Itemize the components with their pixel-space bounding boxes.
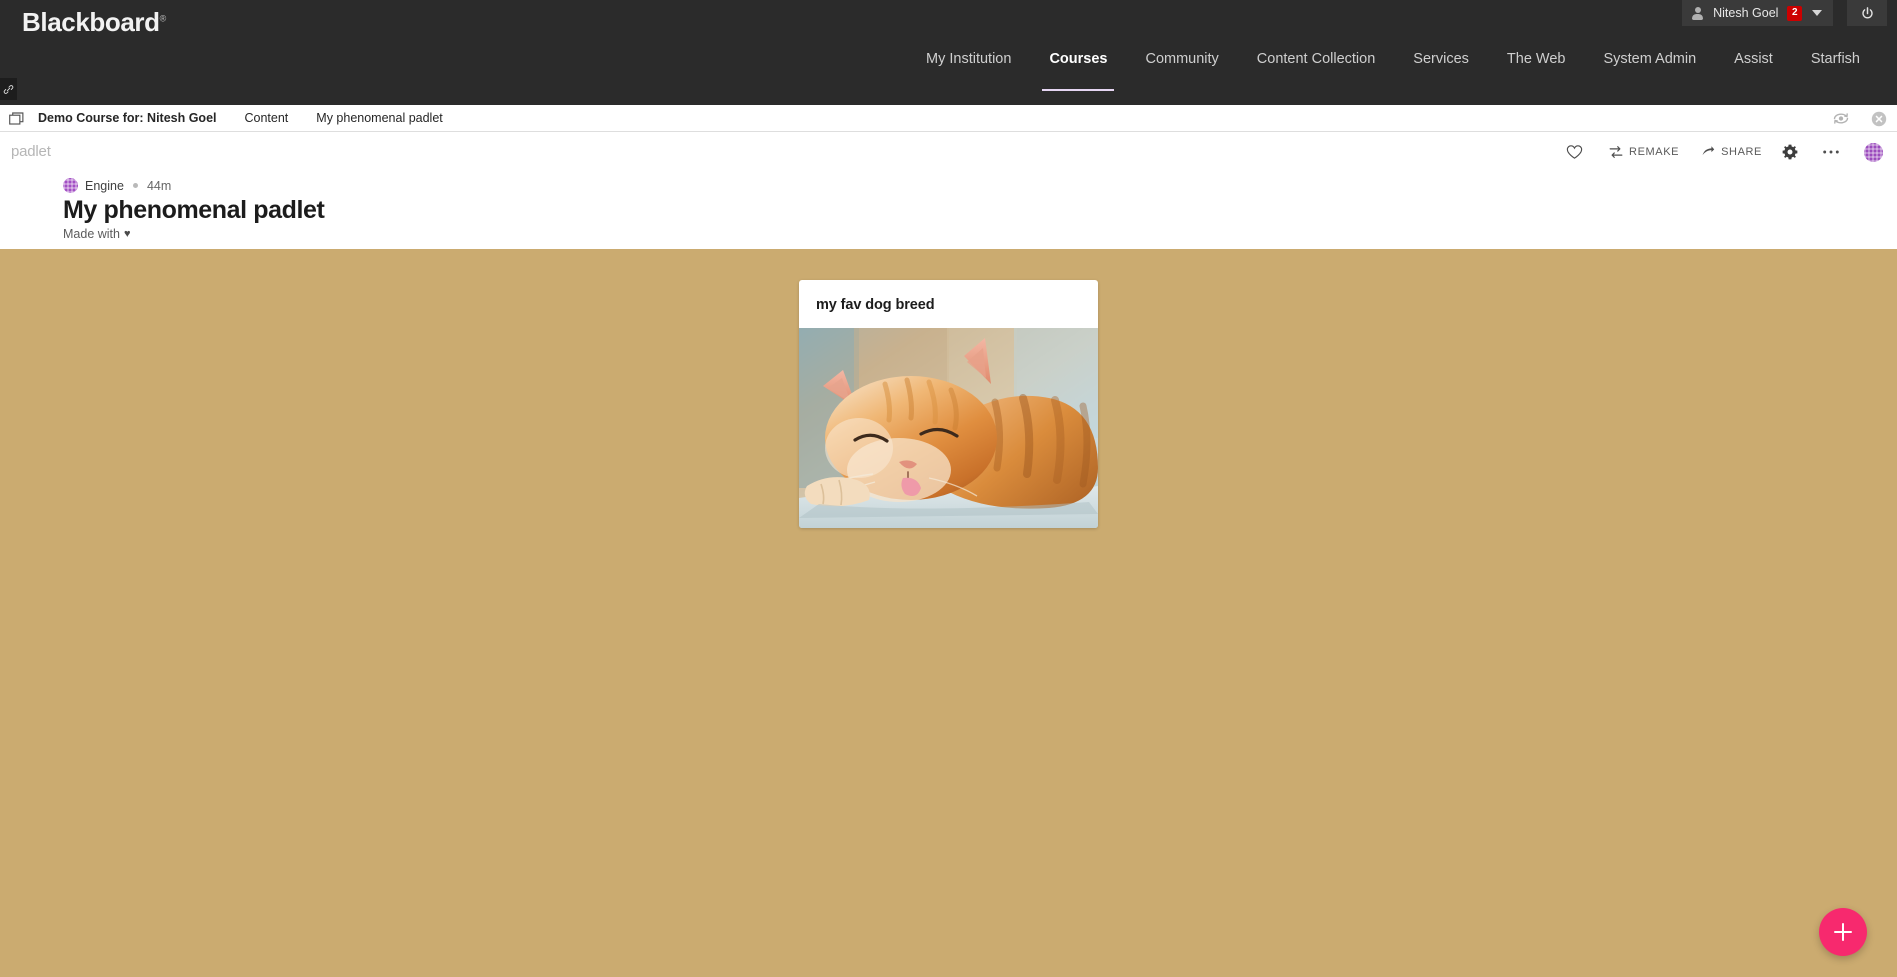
breadcrumb-item-content[interactable]: Content bbox=[245, 111, 289, 125]
padlet-subtitle: Made with ♥ bbox=[63, 227, 1897, 241]
post-image bbox=[799, 328, 1098, 528]
ellipsis-icon bbox=[1823, 150, 1839, 154]
nav-item-community[interactable]: Community bbox=[1126, 52, 1237, 91]
refresh-preview-icon[interactable] bbox=[1831, 111, 1851, 126]
blackboard-logo-text: Blackboard bbox=[22, 7, 160, 37]
share-label: SHARE bbox=[1721, 146, 1762, 158]
post-title: my fav dog breed bbox=[816, 297, 935, 313]
remake-icon bbox=[1609, 146, 1623, 158]
author-avatar bbox=[63, 178, 78, 193]
power-icon bbox=[1861, 6, 1873, 18]
padlet-logo[interactable]: padlet bbox=[11, 143, 51, 160]
user-menu[interactable]: Nitesh Goel 2 bbox=[1682, 0, 1833, 26]
nav-item-courses[interactable]: Courses bbox=[1030, 52, 1126, 91]
breadcrumb-item-padlet[interactable]: My phenomenal padlet bbox=[316, 111, 442, 125]
nav-item-services[interactable]: Services bbox=[1394, 52, 1488, 91]
post-card[interactable]: my fav dog breed bbox=[799, 280, 1098, 528]
link-icon[interactable] bbox=[0, 78, 17, 100]
blackboard-logo[interactable]: Blackboard® bbox=[22, 7, 166, 38]
plus-icon bbox=[1834, 923, 1852, 941]
add-post-button[interactable] bbox=[1819, 908, 1867, 956]
nav-item-system-admin[interactable]: System Admin bbox=[1584, 52, 1715, 91]
breadcrumb-item-course[interactable]: Demo Course for: Nitesh Goel bbox=[38, 111, 217, 125]
nav-item-starfish[interactable]: Starfish bbox=[1792, 52, 1879, 91]
padlet-canvas[interactable]: my fav dog breed bbox=[0, 249, 1897, 977]
remake-button[interactable]: REMAKE bbox=[1598, 137, 1690, 167]
person-icon bbox=[1691, 6, 1704, 20]
author-name: Engine bbox=[85, 178, 124, 193]
heart-icon bbox=[1566, 145, 1583, 159]
logout-button[interactable] bbox=[1847, 0, 1887, 26]
notification-badge: 2 bbox=[1787, 5, 1802, 21]
nav-item-my-institution[interactable]: My Institution bbox=[907, 52, 1030, 91]
favorite-button[interactable] bbox=[1557, 137, 1598, 167]
gear-icon bbox=[1782, 144, 1798, 160]
user-name-label: Nitesh Goel bbox=[1713, 6, 1779, 20]
separator-dot-icon bbox=[132, 183, 138, 188]
padlet-header: Engine 44m My phenomenal padlet Made wit… bbox=[0, 172, 1897, 249]
share-button[interactable]: SHARE bbox=[1690, 137, 1773, 167]
made-with-label: Made with bbox=[63, 227, 120, 242]
remake-label: REMAKE bbox=[1629, 146, 1680, 158]
chevron-down-icon bbox=[1812, 10, 1822, 16]
share-arrow-icon bbox=[1702, 146, 1715, 156]
user-avatar[interactable] bbox=[1864, 142, 1883, 162]
sleeping-cat-image bbox=[799, 328, 1098, 528]
padlet-title: My phenomenal padlet bbox=[63, 196, 325, 224]
settings-button[interactable] bbox=[1773, 137, 1813, 167]
trademark-symbol: ® bbox=[159, 13, 167, 24]
timestamp: 44m bbox=[146, 178, 172, 193]
heart-glyph-icon: ♥ bbox=[123, 228, 131, 241]
close-circle-icon[interactable] bbox=[1871, 111, 1887, 127]
more-options-button[interactable] bbox=[1813, 137, 1855, 167]
padlet-toolbar-actions: REMAKE SHARE bbox=[1557, 132, 1883, 172]
breadcrumb: Demo Course for: Nitesh Goel Content My … bbox=[0, 105, 1897, 132]
padlet-meta: Engine 44m bbox=[63, 178, 1897, 193]
padlet-toolbar: padlet REMAKE SHARE bbox=[0, 132, 1897, 172]
nav-item-assist[interactable]: Assist bbox=[1715, 52, 1792, 91]
breadcrumb-actions bbox=[1831, 105, 1887, 132]
blackboard-header: Blackboard® Nitesh Goel 2 My Institution… bbox=[0, 0, 1897, 105]
nav-item-the-web[interactable]: The Web bbox=[1488, 52, 1585, 91]
window-icon[interactable] bbox=[9, 111, 25, 125]
nav-item-content-collection[interactable]: Content Collection bbox=[1238, 52, 1395, 91]
primary-navigation: My Institution Courses Community Content… bbox=[907, 52, 1897, 91]
